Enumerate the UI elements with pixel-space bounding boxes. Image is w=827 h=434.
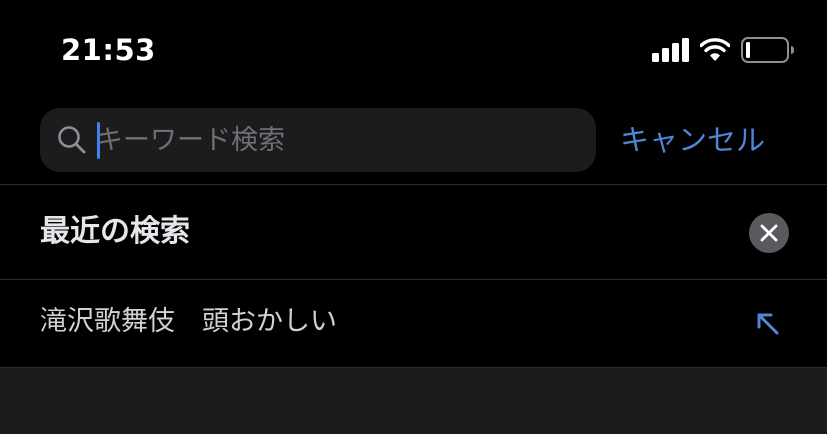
search-icon [58, 126, 86, 154]
battery-icon [741, 37, 794, 63]
bottom-area [0, 368, 827, 434]
cancel-button[interactable]: キャンセル [620, 118, 800, 162]
recent-search-text: 滝沢歌舞伎 頭おかしい [40, 306, 337, 337]
search-field[interactable] [40, 108, 596, 172]
status-bar: 21:53 [0, 0, 827, 96]
clear-recent-button[interactable] [749, 213, 789, 253]
search-row: キャンセル [0, 96, 827, 184]
arrow-up-left-icon[interactable] [752, 308, 784, 340]
list-item[interactable]: 滝沢歌舞伎 頭おかしい [0, 280, 827, 367]
search-input[interactable] [96, 108, 576, 172]
recent-searches-header: 最近の検索 [0, 185, 827, 279]
signal-icon [652, 38, 689, 62]
section-title: 最近の検索 [40, 214, 190, 249]
wifi-icon [700, 38, 730, 61]
status-time: 21:53 [61, 33, 156, 67]
close-icon [760, 224, 778, 242]
